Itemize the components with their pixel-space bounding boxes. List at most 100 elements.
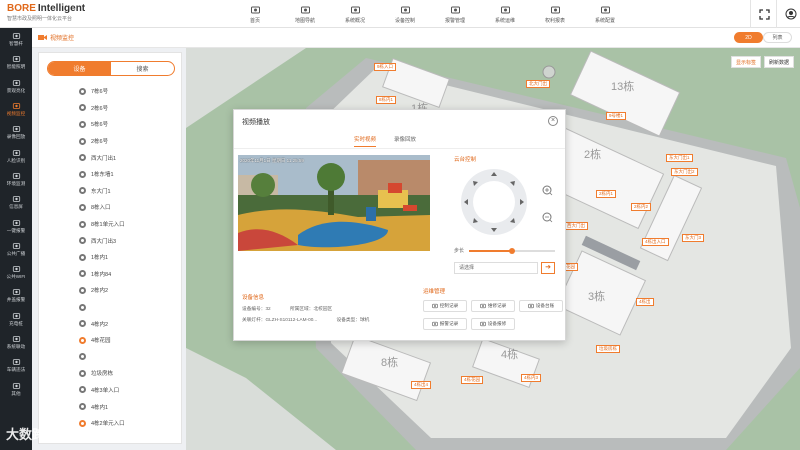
nav-item-0[interactable]: 首页 [230, 0, 280, 28]
map-camera-pin[interactable]: 北大门出 [526, 80, 550, 88]
camera-status-icon [79, 353, 86, 361]
sidebar-item-9[interactable]: 公共广播 [0, 238, 32, 261]
sidebar-item-4[interactable]: 录像回放 [0, 121, 32, 144]
list-item[interactable]: 2栋6号 [39, 100, 181, 117]
list-item[interactable]: 4栋内1 [39, 398, 181, 415]
list-item[interactable]: 东大门1 [39, 183, 181, 200]
refresh-data-button[interactable]: 刷新数据 [763, 56, 794, 68]
view-list-button[interactable]: 列表 [763, 32, 792, 43]
list-item[interactable]: 1栋内84 [39, 266, 181, 283]
list-item[interactable] [39, 349, 181, 366]
map-camera-pin[interactable]: 8栋内1 [376, 96, 397, 104]
map-camera-pin[interactable]: 9栋入口 [374, 63, 397, 71]
nav-item-6[interactable]: 权利报表 [530, 0, 580, 28]
sidebar-item-3[interactable]: 视频监控 [0, 98, 32, 121]
sidebar-item-2[interactable]: 景观亮化 [0, 75, 32, 98]
sidebar-item-6[interactable]: 环境监测 [0, 168, 32, 191]
sidebar-item-1[interactable]: 智能照明 [0, 51, 32, 74]
list-item[interactable]: 4栋花园 [39, 332, 181, 349]
list-item[interactable]: 4栋3单入口 [39, 382, 181, 399]
tab-playback[interactable]: 录像回放 [394, 135, 416, 147]
preset-select[interactable]: 请选择 [454, 262, 538, 274]
nav-item-4[interactable]: 报警管理 [430, 0, 480, 28]
show-tags-button[interactable]: 显示标签 [730, 56, 761, 68]
list-item[interactable]: 8栋1单元入口 [39, 216, 181, 233]
map-camera-pin[interactable]: 4栋花园 [461, 376, 484, 384]
map-camera-pin[interactable]: 东大门3 [682, 234, 705, 242]
map-camera-pin[interactable]: 东大门出1 [666, 154, 693, 162]
list-item[interactable]: 8栋入口 [39, 199, 181, 216]
camera-icon [38, 35, 47, 40]
list-item[interactable]: 7栋6号 [39, 83, 181, 100]
list-item[interactable]: 5栋6号 [39, 116, 181, 133]
user-account-button[interactable] [776, 0, 800, 28]
list-item[interactable]: 2栋内2 [39, 282, 181, 299]
sidebar-item-13[interactable]: 系统联动 [0, 331, 32, 354]
list-item[interactable]: 垃圾房栋 [39, 365, 181, 382]
sidebar-item-label: 其他 [11, 390, 21, 396]
sidebar-item-8[interactable]: 一键报警 [0, 214, 32, 237]
map-camera-pin[interactable]: 东大门出2 [671, 168, 698, 176]
sidebar-item-label: 录像回放 [6, 134, 26, 140]
brand-logo[interactable]: BORE Intelligent 智慧市政及照明一体化云平台 [7, 3, 85, 22]
list-item[interactable]: 西大门出3 [39, 232, 181, 249]
map-camera-pin[interactable]: 4栋出4 [411, 381, 432, 389]
sidebar-item-11[interactable]: 井盖报警 [0, 284, 32, 307]
close-icon[interactable]: × [548, 116, 558, 126]
video-player[interactable]: 2020年11月1日 星期日 11:25:59 [238, 155, 430, 251]
camera-status-icon [79, 403, 86, 411]
sidebar-item-7[interactable]: 信息屏 [0, 191, 32, 214]
map-camera-pin[interactable]: 9号楼1 [606, 112, 627, 120]
list-item[interactable]: 1栋东墙1 [39, 166, 181, 183]
alarm-log-icon [432, 321, 438, 327]
fullscreen-button[interactable] [750, 0, 778, 28]
map-camera-pin[interactable]: 2栋内2 [631, 203, 652, 211]
repair-log-button[interactable]: 维修记录 [471, 300, 515, 312]
sidebar-item-5[interactable]: 人脸识别 [0, 144, 32, 167]
preset-go-button[interactable]: ➜ [541, 262, 555, 274]
breadcrumb-bar: 视频监控 2D 列表 [32, 28, 800, 48]
step-label: 步长 [454, 248, 465, 254]
tab-devices[interactable]: 设备 [48, 62, 111, 75]
list-item[interactable]: 4栋内2 [39, 315, 181, 332]
nav-item-3[interactable]: 设备控制 [380, 0, 430, 28]
list-item[interactable]: 1栋内1 [39, 249, 181, 266]
nav-item-label: 报警管理 [444, 17, 465, 24]
list-item[interactable]: 4栋2单元入口 [39, 415, 181, 432]
control-log-button[interactable]: 控制记录 [423, 300, 467, 312]
sidebar-item-15[interactable]: 其他 [0, 377, 32, 400]
tab-live-video[interactable]: 实时视频 [354, 135, 377, 147]
list-item[interactable]: 西大门出1 [39, 149, 181, 166]
sidebar-item-12[interactable]: 充电桩 [0, 308, 32, 331]
map-camera-pin[interactable]: 4栋内3 [521, 374, 542, 382]
list-item-label: 1栋东墙1 [91, 172, 114, 179]
nav-item-2[interactable]: 系统概况 [330, 0, 380, 28]
tab-search[interactable]: 搜索 [111, 62, 174, 75]
map-camera-pin[interactable]: 2栋内1 [596, 190, 617, 198]
brand-subtitle: 智慧市政及照明一体化云平台 [7, 16, 73, 22]
step-slider-knob[interactable] [509, 247, 515, 254]
map-camera-pin[interactable]: 4栋出 [636, 298, 654, 306]
report-repair-button[interactable]: 设备报修 [471, 318, 515, 330]
sidebar-item-10[interactable]: 公共WIFI [0, 261, 32, 284]
list-item[interactable]: 2栋6号 [39, 133, 181, 150]
list-item[interactable] [39, 299, 181, 316]
nav-item-5[interactable]: 系统运维 [480, 0, 530, 28]
link-icon [12, 336, 20, 342]
nav-item-label: 设备控制 [394, 17, 415, 24]
list-item-label: 2栋内2 [91, 288, 109, 295]
nav-item-7[interactable]: 系统配置 [580, 0, 630, 28]
map-camera-pin[interactable]: 垃圾房栋 [596, 345, 620, 353]
sidebar-item-0[interactable]: 智慧杆 [0, 28, 32, 51]
step-slider[interactable] [469, 247, 555, 254]
ledger-button[interactable]: 设备台账 [519, 300, 563, 312]
view-2d-button[interactable]: 2D [734, 32, 763, 43]
map-camera-pin[interactable]: 西大门出 [564, 222, 588, 230]
breadcrumb[interactable]: 视频监控 [38, 33, 74, 42]
sidebar-item-label: 智能照明 [6, 64, 26, 70]
nav-item-1[interactable]: 地图导航 [280, 0, 330, 28]
list-item-label: 垃圾房栋 [91, 371, 114, 378]
map-camera-pin[interactable]: 4栋出入口 [642, 238, 669, 246]
sidebar-item-14[interactable]: 车辆违法 [0, 354, 32, 377]
alarm-log-button[interactable]: 报警记录 [423, 318, 467, 330]
